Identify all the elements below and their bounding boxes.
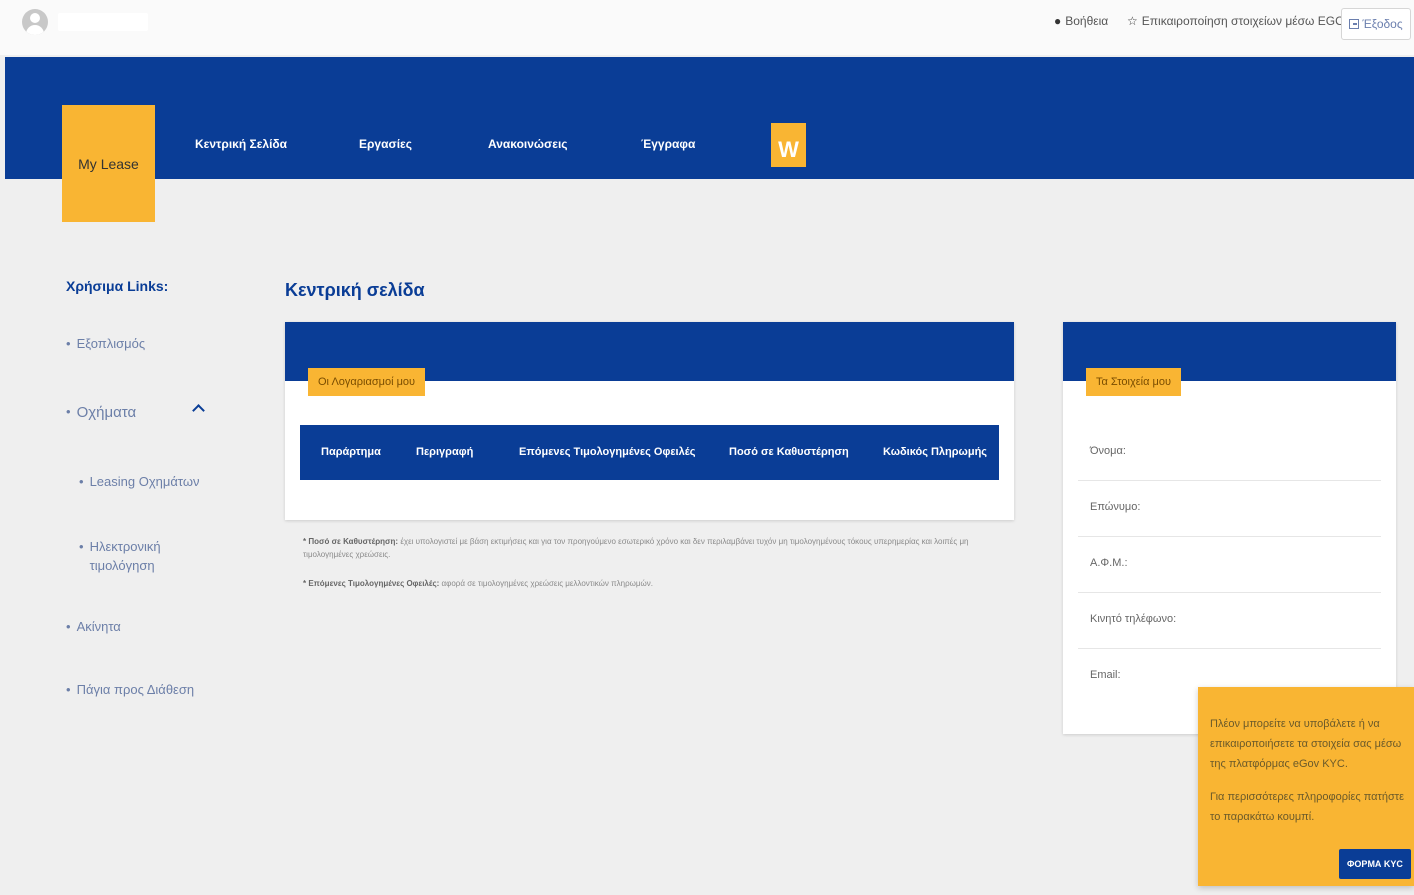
kyc-form-button[interactable]: ΦΟΡΜΑ KYC bbox=[1339, 849, 1411, 879]
profile-field-mobile: Κινητό τηλέφωνο: bbox=[1078, 593, 1381, 649]
accounts-tag: Οι Λογαριασμοί μου bbox=[308, 368, 426, 396]
sidebar-item-label: Πάγια προς Διάθεση bbox=[76, 682, 195, 697]
footnote-next-invoiced-term: * Επόμενες Τιμολογημένες Οφειλές: bbox=[303, 579, 440, 588]
sidebar-item-real-estate[interactable]: • Ακίνητα bbox=[66, 619, 121, 634]
useful-links-title: Χρήσιμα Links: bbox=[66, 278, 169, 294]
chevron-up-icon[interactable] bbox=[192, 404, 205, 417]
profile-field-tax-id: Α.Φ.Μ.: bbox=[1078, 537, 1381, 593]
footnote-overdue-text: έχει υπολογιστεί με βάση εκτιμήσεις και … bbox=[303, 537, 969, 559]
nav-item-announcements[interactable]: Ανακοινώσεις bbox=[488, 137, 568, 151]
nav-item-tasks[interactable]: Εργασίες bbox=[359, 137, 412, 151]
sidebar-item-e-invoicing[interactable]: • Ηλεκτρονική τιμολόγηση bbox=[79, 537, 179, 575]
sidebar-item-vehicle-leasing[interactable]: • Leasing Οχημάτων bbox=[79, 474, 200, 489]
main-navbar bbox=[5, 57, 1414, 179]
nav-item-home[interactable]: Κεντρική Σελίδα bbox=[195, 137, 287, 151]
profile-field-last-name: Επώνυμο: bbox=[1078, 481, 1381, 537]
accounts-card: Οι Λογαριασμοί μου Παράρτημα Περιγραφή Ε… bbox=[285, 322, 1014, 520]
logout-label: Έξοδος bbox=[1362, 17, 1403, 31]
field-label: Α.Φ.Μ.: bbox=[1090, 557, 1128, 569]
column-header-annex: Παράρτημα bbox=[321, 446, 381, 458]
kyc-popup-text: Πλέον μπορείτε να υποβάλετε ή να επικαιρ… bbox=[1210, 718, 1402, 770]
bullet-icon: • bbox=[66, 619, 71, 634]
column-header-description: Περιγραφή bbox=[416, 446, 474, 458]
sidebar-item-equipment[interactable]: • Εξοπλισμός bbox=[66, 336, 145, 351]
footnote-overdue: * Ποσό σε Καθυστέρηση: έχει υπολογιστεί … bbox=[303, 535, 1013, 561]
logout-button[interactable]: Έξοδος bbox=[1341, 8, 1411, 40]
bullet-icon: • bbox=[79, 539, 84, 554]
brand-tile[interactable]: My Lease bbox=[62, 105, 155, 222]
sidebar-item-label: Leasing Οχημάτων bbox=[89, 474, 200, 489]
kyc-popup-more-info: Για περισσότερες πληροφορίες πατήστε το … bbox=[1210, 791, 1405, 823]
column-header-payment-code: Κωδικός Πληρωμής bbox=[883, 446, 988, 458]
sidebar-item-vehicles[interactable]: • Οχήματα bbox=[66, 404, 136, 421]
egov-update-link[interactable]: ☆ Επικαιροποίηση στοιχείων μέσω EGOV bbox=[1127, 14, 1352, 28]
footnote-next-invoiced: * Επόμενες Τιμολογημένες Οφειλές: αφορά … bbox=[303, 577, 1013, 590]
field-label: Κινητό τηλέφωνο: bbox=[1090, 613, 1177, 625]
help-label: Βοήθεια bbox=[1065, 14, 1109, 28]
footnote-overdue-term: * Ποσό σε Καθυστέρηση: bbox=[303, 537, 399, 546]
sidebar-item-label: Ηλεκτρονική τιμολόγηση bbox=[89, 539, 161, 573]
profile-card: Τα Στοιχεία μου Όνομα: Επώνυμο: Α.Φ.Μ.: … bbox=[1063, 322, 1396, 734]
egov-update-label: Επικαιροποίηση στοιχείων μέσω EGOV bbox=[1141, 14, 1353, 28]
top-bar: ● Βοήθεια ☆ Επικαιροποίηση στοιχείων μέσ… bbox=[0, 0, 1414, 55]
column-header-overdue-amount: Ποσό σε Καθυστέρηση bbox=[729, 446, 849, 458]
profile-tag: Τα Στοιχεία μου bbox=[1086, 368, 1181, 396]
w-logo[interactable]: W bbox=[771, 123, 806, 167]
nav-item-documents[interactable]: Έγγραφα bbox=[641, 137, 695, 151]
sidebar-item-assets-for-sale[interactable]: • Πάγια προς Διάθεση bbox=[66, 682, 194, 697]
help-link[interactable]: ● Βοήθεια bbox=[1054, 14, 1108, 28]
field-label: Επώνυμο: bbox=[1090, 501, 1141, 513]
bullet-icon: • bbox=[79, 474, 84, 489]
bullet-icon: • bbox=[66, 682, 71, 697]
bullet-icon: • bbox=[66, 404, 71, 419]
accounts-table-header: Παράρτημα Περιγραφή Επόμενες Τιμολογημέν… bbox=[300, 425, 999, 480]
bullet-icon: • bbox=[66, 336, 71, 351]
field-label: Email: bbox=[1090, 669, 1121, 681]
page-title: Κεντρική σελίδα bbox=[285, 280, 425, 300]
column-header-next-invoiced: Επόμενες Τιμολογημένες Οφειλές bbox=[519, 446, 696, 458]
kyc-popup: Πλέον μπορείτε να υποβάλετε ή να επικαιρ… bbox=[1198, 687, 1414, 886]
sidebar-item-label: Εξοπλισμός bbox=[76, 336, 146, 351]
field-label: Όνομα: bbox=[1090, 445, 1126, 457]
help-circle-icon: ● bbox=[1054, 14, 1062, 28]
sidebar-item-label: Ακίνητα bbox=[76, 619, 121, 634]
star-icon: ☆ bbox=[1127, 14, 1138, 28]
logout-icon bbox=[1349, 19, 1360, 29]
sidebar-item-label: Οχήματα bbox=[76, 404, 137, 421]
profile-field-first-name: Όνομα: bbox=[1078, 425, 1381, 481]
user-avatar-icon[interactable] bbox=[22, 9, 48, 35]
footnote-next-invoiced-text: αφορά σε τιμολογημένες χρεώσεις μελλοντι… bbox=[441, 579, 653, 588]
username-redacted bbox=[58, 13, 148, 31]
